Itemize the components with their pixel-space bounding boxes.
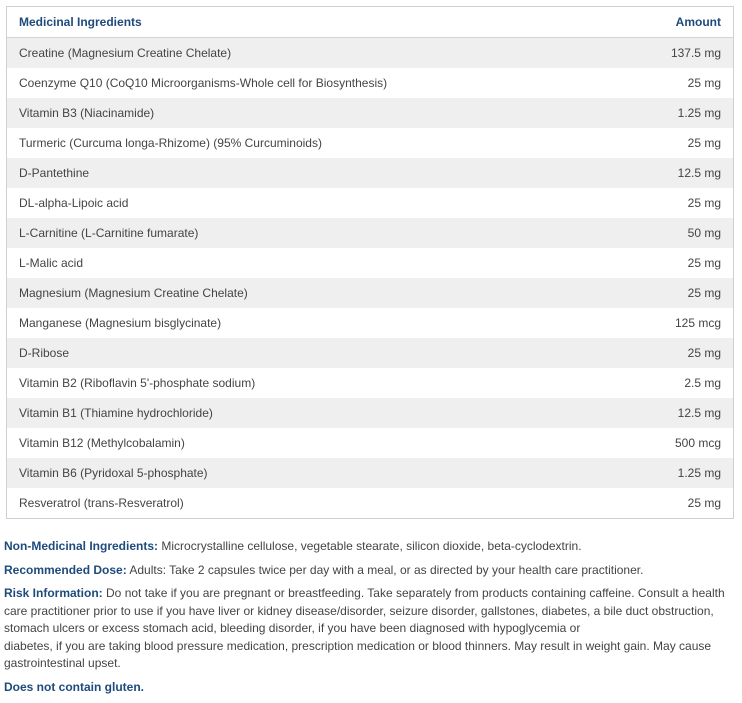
ingredients-table: Medicinal Ingredients Amount Creatine (M… bbox=[7, 7, 733, 518]
amount-cell: 125 mcg bbox=[617, 308, 733, 338]
risk-information: Risk Information: Do not take if you are… bbox=[4, 585, 738, 673]
amount-column-header: Amount bbox=[617, 7, 733, 38]
ingredient-cell: L-Carnitine (L-Carnitine fumarate) bbox=[7, 218, 618, 248]
ingredient-column-header: Medicinal Ingredients bbox=[7, 7, 618, 38]
risk-text-2: diabetes, if you are taking blood pressu… bbox=[4, 638, 712, 671]
gluten-statement: Does not contain gluten. bbox=[4, 679, 144, 694]
ingredient-cell: Vitamin B1 (Thiamine hydrochloride) bbox=[7, 398, 618, 428]
table-row: Resveratrol (trans-Resveratrol) 25 mg bbox=[7, 488, 733, 518]
amount-cell: 12.5 mg bbox=[617, 398, 733, 428]
product-notes: Non-Medicinal Ingredients: Microcrystall… bbox=[4, 538, 738, 702]
risk-label: Risk Information: bbox=[4, 586, 103, 600]
table-row: DL-alpha-Lipoic acid 25 mg bbox=[7, 188, 733, 218]
amount-cell: 500 mcg bbox=[617, 428, 733, 458]
ingredient-cell: Vitamin B6 (Pyridoxal 5-phosphate) bbox=[7, 458, 618, 488]
amount-cell: 1.25 mg bbox=[617, 458, 733, 488]
table-row: Vitamin B1 (Thiamine hydrochloride) 12.5 … bbox=[7, 398, 733, 428]
ingredient-cell: Vitamin B12 (Methylcobalamin) bbox=[7, 428, 618, 458]
recommended-dose: Recommended Dose: Adults: Take 2 capsule… bbox=[4, 562, 738, 580]
ingredient-cell: Turmeric (Curcuma longa-Rhizome) (95% Cu… bbox=[7, 128, 618, 158]
table-row: Vitamin B2 (Riboflavin 5'-phosphate sodi… bbox=[7, 368, 733, 398]
table-row: Turmeric (Curcuma longa-Rhizome) (95% Cu… bbox=[7, 128, 733, 158]
table-row: Coenzyme Q10 (CoQ10 Microorganisms-Whole… bbox=[7, 68, 733, 98]
amount-cell: 25 mg bbox=[617, 68, 733, 98]
amount-cell: 25 mg bbox=[617, 338, 733, 368]
table-row: Magnesium (Magnesium Creatine Chelate) 25… bbox=[7, 278, 733, 308]
ingredient-cell: DL-alpha-Lipoic acid bbox=[7, 188, 618, 218]
table-row: L-Carnitine (L-Carnitine fumarate) 50 mg bbox=[7, 218, 733, 248]
ingredient-cell: D-Pantethine bbox=[7, 158, 618, 188]
non-medicinal-ingredients: Non-Medicinal Ingredients: Microcrystall… bbox=[4, 538, 738, 556]
ingredient-cell: L-Malic acid bbox=[7, 248, 618, 278]
table-row: Vitamin B12 (Methylcobalamin) 500 mcg bbox=[7, 428, 733, 458]
amount-cell: 12.5 mg bbox=[617, 158, 733, 188]
ingredient-cell: Magnesium (Magnesium Creatine Chelate) bbox=[7, 278, 618, 308]
ingredients-table-container: Medicinal Ingredients Amount Creatine (M… bbox=[6, 6, 734, 519]
ingredient-cell: Manganese (Magnesium bisglycinate) bbox=[7, 308, 618, 338]
ingredient-cell: Creatine (Magnesium Creatine Chelate) bbox=[7, 37, 618, 68]
ingredient-cell: Coenzyme Q10 (CoQ10 Microorganisms-Whole… bbox=[7, 68, 618, 98]
table-row: D-Ribose 25 mg bbox=[7, 338, 733, 368]
amount-cell: 1.25 mg bbox=[617, 98, 733, 128]
ingredient-cell: D-Ribose bbox=[7, 338, 618, 368]
amount-cell: 25 mg bbox=[617, 188, 733, 218]
dose-label: Recommended Dose: bbox=[4, 562, 127, 577]
amount-cell: 25 mg bbox=[617, 488, 733, 518]
non-medicinal-label: Non-Medicinal Ingredients: bbox=[4, 539, 159, 553]
amount-cell: 25 mg bbox=[617, 128, 733, 158]
table-row: Vitamin B6 (Pyridoxal 5-phosphate) 1.25 m… bbox=[7, 458, 733, 488]
amount-cell: 25 mg bbox=[617, 278, 733, 308]
table-row: L-Malic acid 25 mg bbox=[7, 248, 733, 278]
table-header-row: Medicinal Ingredients Amount bbox=[7, 7, 733, 38]
amount-cell: 25 mg bbox=[617, 248, 733, 278]
table-row: Vitamin B3 (Niacinamide) 1.25 mg bbox=[7, 98, 733, 128]
table-row: D-Pantethine 12.5 mg bbox=[7, 158, 733, 188]
amount-cell: 2.5 mg bbox=[617, 368, 733, 398]
dose-text: Adults: Take 2 capsules twice per day wi… bbox=[129, 562, 644, 577]
risk-text-1: Do not take if you are pregnant or breas… bbox=[4, 586, 725, 635]
table-row: Creatine (Magnesium Creatine Chelate) 137… bbox=[7, 37, 733, 68]
amount-cell: 137.5 mg bbox=[617, 37, 733, 68]
ingredient-cell: Resveratrol (trans-Resveratrol) bbox=[7, 488, 618, 518]
non-medicinal-text: Microcrystalline cellulose, vegetable st… bbox=[161, 539, 582, 553]
amount-cell: 50 mg bbox=[617, 218, 733, 248]
ingredient-cell: Vitamin B3 (Niacinamide) bbox=[7, 98, 618, 128]
table-row: Manganese (Magnesium bisglycinate) 125 mc… bbox=[7, 308, 733, 338]
ingredient-cell: Vitamin B2 (Riboflavin 5'-phosphate sodi… bbox=[7, 368, 618, 398]
